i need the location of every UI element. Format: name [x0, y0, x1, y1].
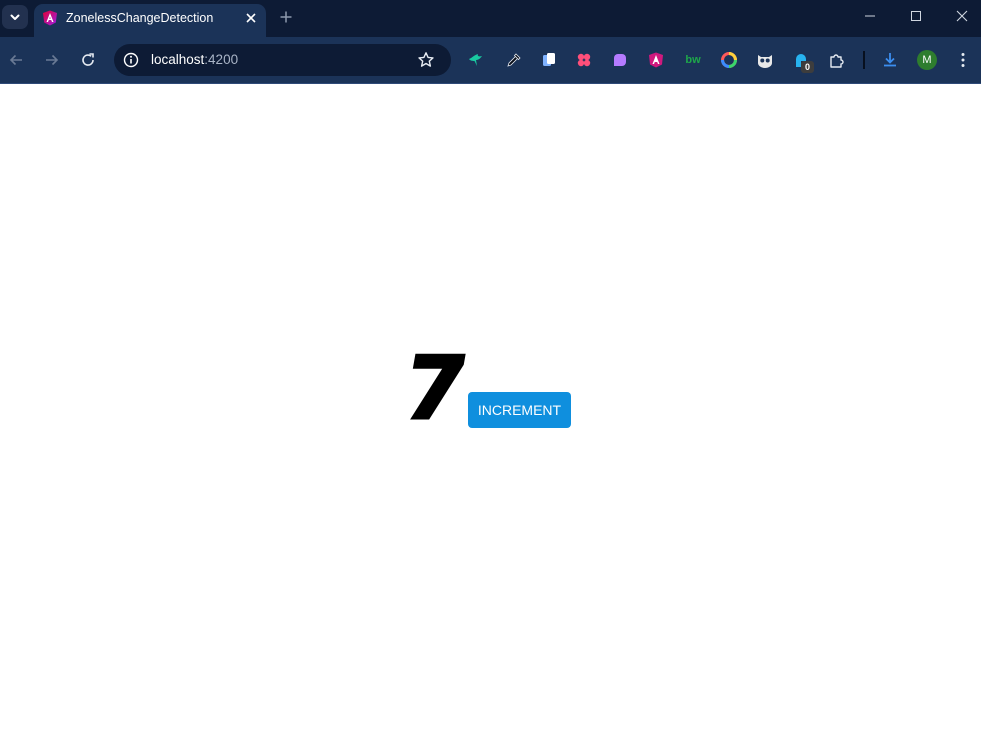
menu-icon[interactable] — [954, 51, 972, 69]
close-tab-button[interactable] — [242, 9, 260, 27]
owl-icon[interactable] — [756, 51, 774, 69]
url-host: localhost — [151, 52, 205, 67]
eyedropper-icon[interactable] — [505, 51, 523, 69]
color-ring-icon[interactable] — [720, 51, 738, 69]
arrow-left-icon — [9, 54, 22, 66]
chevron-down-icon — [10, 14, 20, 20]
close-icon — [956, 10, 968, 22]
browser-toolbar: localhost:4200 bw 0 M — [0, 37, 981, 83]
new-tab-button[interactable] — [276, 7, 296, 27]
toolbar-divider — [863, 51, 865, 69]
extension-badge: 0 — [801, 61, 814, 73]
close-window-button[interactable] — [948, 4, 976, 28]
close-icon — [246, 13, 256, 23]
flower-icon[interactable] — [575, 51, 593, 69]
plus-icon — [280, 11, 292, 23]
reload-icon — [82, 53, 94, 66]
url-text[interactable]: localhost:4200 — [151, 52, 238, 67]
bw-text-icon[interactable]: bw — [684, 51, 702, 69]
arrow-right-icon — [46, 54, 59, 66]
star-icon[interactable] — [417, 51, 435, 69]
maximize-button[interactable] — [902, 4, 930, 28]
tab-search-button[interactable] — [2, 5, 28, 29]
download-icon[interactable] — [881, 51, 899, 69]
tab-strip: ZonelessChangeDetection — [0, 0, 981, 37]
info-icon[interactable] — [123, 52, 139, 68]
address-bar[interactable]: localhost:4200 — [114, 44, 451, 76]
increment-button[interactable]: INCREMENT — [468, 392, 571, 428]
maximize-icon — [911, 11, 921, 21]
reload-button[interactable] — [76, 49, 100, 71]
forward-button[interactable] — [40, 49, 64, 71]
shape-icon[interactable] — [611, 51, 629, 69]
page-content: 7 INCREMENT — [0, 84, 981, 733]
back-button[interactable] — [4, 49, 28, 71]
copy-icon[interactable] — [540, 51, 558, 69]
avatar[interactable]: M — [917, 50, 937, 70]
browser-tab[interactable]: ZonelessChangeDetection — [34, 4, 266, 37]
tab-title: ZonelessChangeDetection — [66, 11, 214, 25]
minimize-button[interactable] — [856, 4, 884, 28]
bird-icon[interactable] — [467, 51, 485, 69]
counter-value: 7 — [395, 338, 475, 441]
puzzle-icon[interactable] — [828, 51, 846, 69]
angular-icon — [43, 10, 57, 26]
minimize-icon — [865, 15, 875, 17]
url-port: :4200 — [204, 52, 239, 67]
angular-devtools-icon[interactable] — [647, 51, 665, 69]
